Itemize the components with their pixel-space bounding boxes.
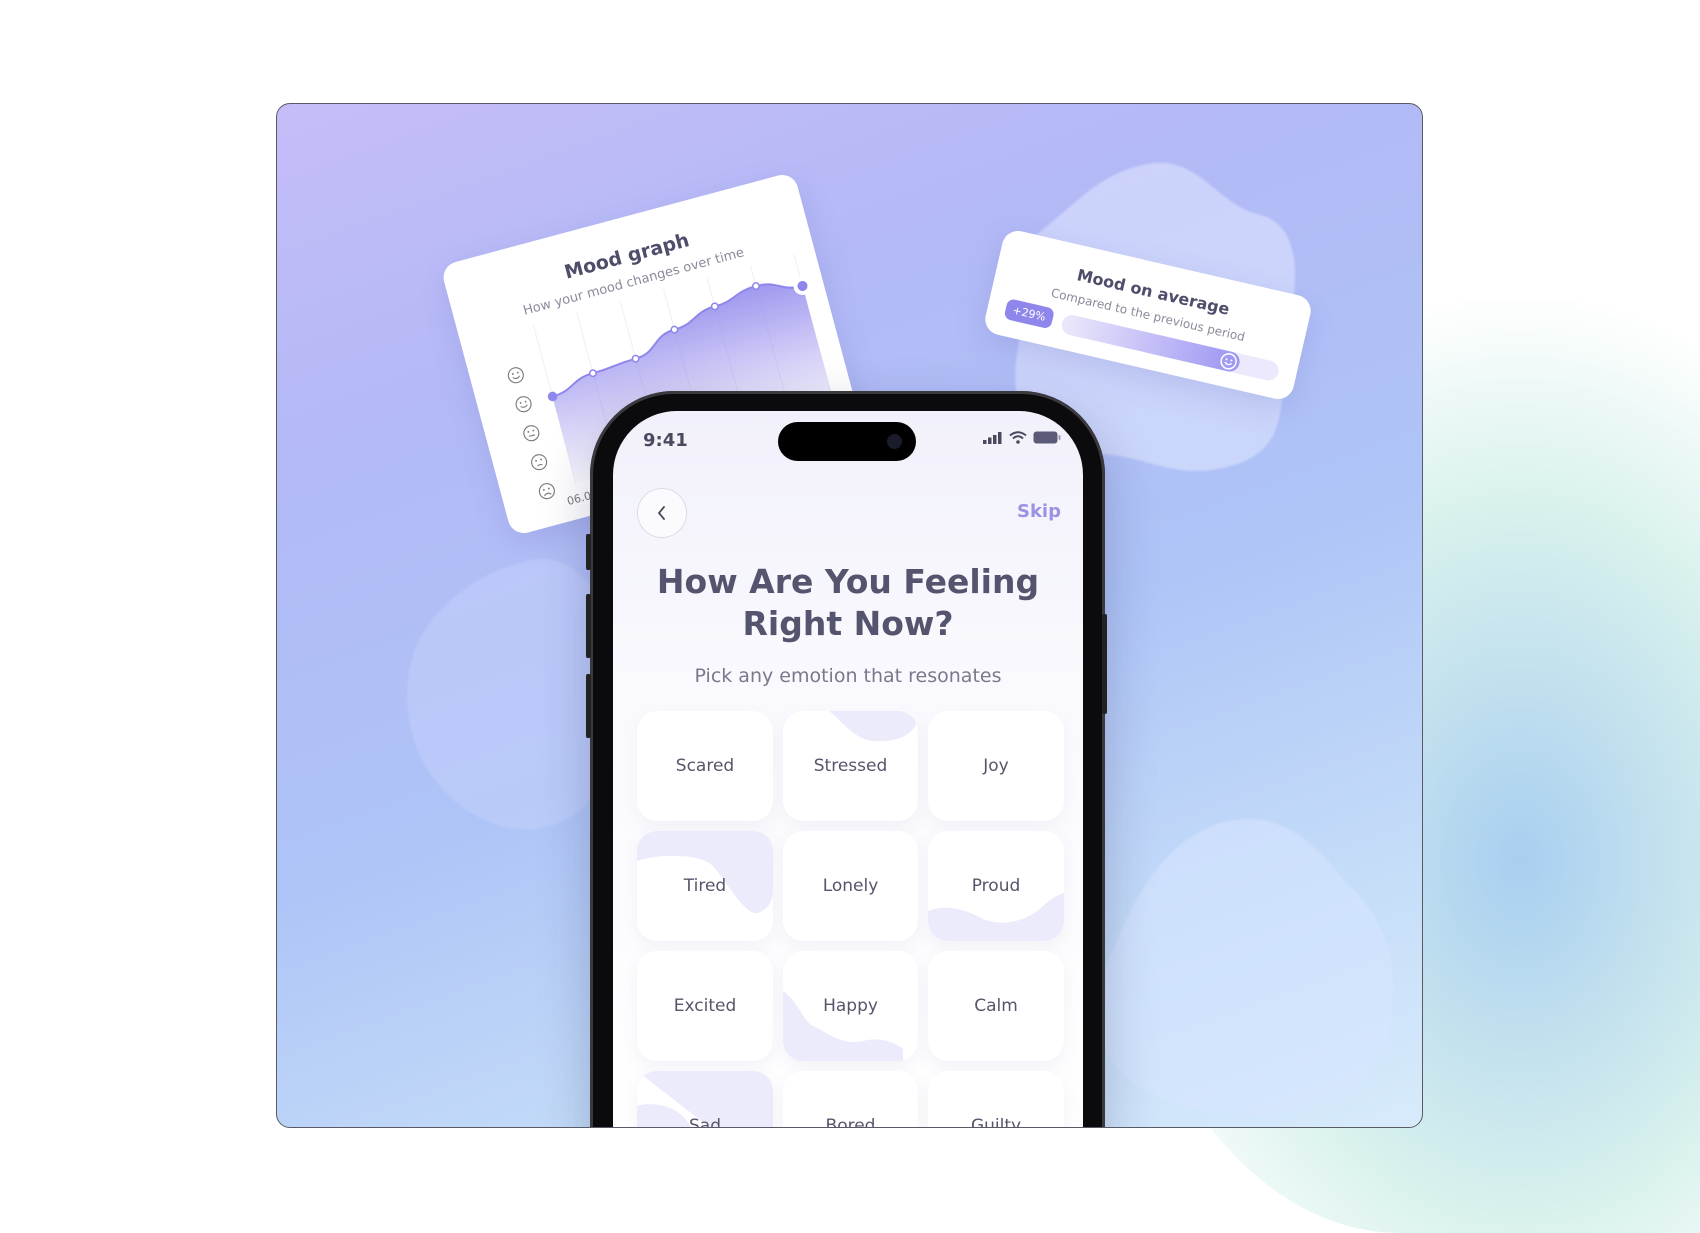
mood-point	[631, 354, 640, 363]
emotion-option-joy[interactable]: Joy	[928, 711, 1064, 821]
emotion-option-guilty[interactable]: Guilty	[928, 1071, 1064, 1128]
emotion-label: Lonely	[822, 876, 879, 896]
emotion-label: Excited	[673, 996, 737, 1016]
emotion-label: Stressed	[813, 756, 888, 776]
emotion-label: Joy	[983, 756, 1009, 776]
battery-icon	[1033, 431, 1061, 444]
emotion-label: Proud	[971, 876, 1021, 896]
phone-side-button	[586, 534, 591, 570]
title-line-1: How Are You Feeling	[656, 562, 1040, 601]
showcase-frame: Mood graph How your mood changes over ti…	[276, 103, 1423, 1128]
chevron-left-icon	[657, 506, 665, 520]
emotion-option-calm[interactable]: Calm	[928, 951, 1064, 1061]
mood-point	[710, 302, 719, 311]
mood-point	[793, 276, 812, 295]
emotion-label: Scared	[675, 756, 735, 776]
emotion-option-sad[interactable]: Sad	[637, 1071, 773, 1128]
emotion-option-stressed[interactable]: Stressed	[783, 711, 918, 821]
emotion-option-bored[interactable]: Bored	[783, 1071, 918, 1128]
mood-point	[670, 325, 679, 334]
emotion-label: Tired	[683, 876, 727, 896]
emotion-label: Bored	[825, 1116, 876, 1128]
status-icons	[983, 431, 1061, 444]
emotion-label: Happy	[823, 996, 878, 1016]
status-time: 9:41	[643, 430, 688, 451]
title-line-2: Right Now?	[742, 604, 954, 643]
change-badge: +29%	[1003, 298, 1055, 330]
phone-volume-up	[586, 594, 591, 658]
very-happy-icon	[507, 367, 524, 384]
very-sad-icon	[538, 483, 555, 500]
emotion-label: Guilty	[970, 1116, 1022, 1128]
background-cloud	[1095, 818, 1394, 1116]
emotion-label: Calm	[974, 996, 1018, 1016]
phone-power-button	[1102, 614, 1107, 714]
emotion-grid: Scared Stressed Joy Tired Lonely Proud Excited…	[637, 711, 1065, 1128]
emotion-option-happy[interactable]: Happy	[783, 951, 918, 1061]
mood-point	[588, 369, 597, 378]
happy-icon	[515, 396, 532, 413]
emotion-option-tired[interactable]: Tired	[637, 831, 773, 941]
emotion-option-scared[interactable]: Scared	[637, 711, 773, 821]
mood-point	[751, 282, 760, 290]
emotion-label: Sad	[689, 1116, 721, 1128]
emotion-option-proud[interactable]: Proud	[928, 831, 1064, 941]
emotion-option-excited[interactable]: Excited	[637, 951, 773, 1061]
camera-icon	[887, 434, 902, 449]
dynamic-island	[778, 422, 916, 461]
emotion-option-lonely[interactable]: Lonely	[783, 831, 918, 941]
neutral-icon	[523, 425, 540, 442]
phone-screen: 9:41 Skip How Are You Feeling Right Now?…	[613, 411, 1083, 1128]
phone-volume-down	[586, 674, 591, 738]
page-subtitle: Pick any emotion that resonates	[694, 665, 1002, 687]
wifi-icon	[1009, 431, 1027, 444]
skip-button[interactable]: Skip	[1017, 501, 1061, 522]
back-button[interactable]	[637, 488, 687, 538]
page-title: How Are You Feeling Right Now?	[613, 561, 1083, 645]
sad-icon	[531, 454, 548, 471]
signal-icon	[983, 431, 1002, 444]
